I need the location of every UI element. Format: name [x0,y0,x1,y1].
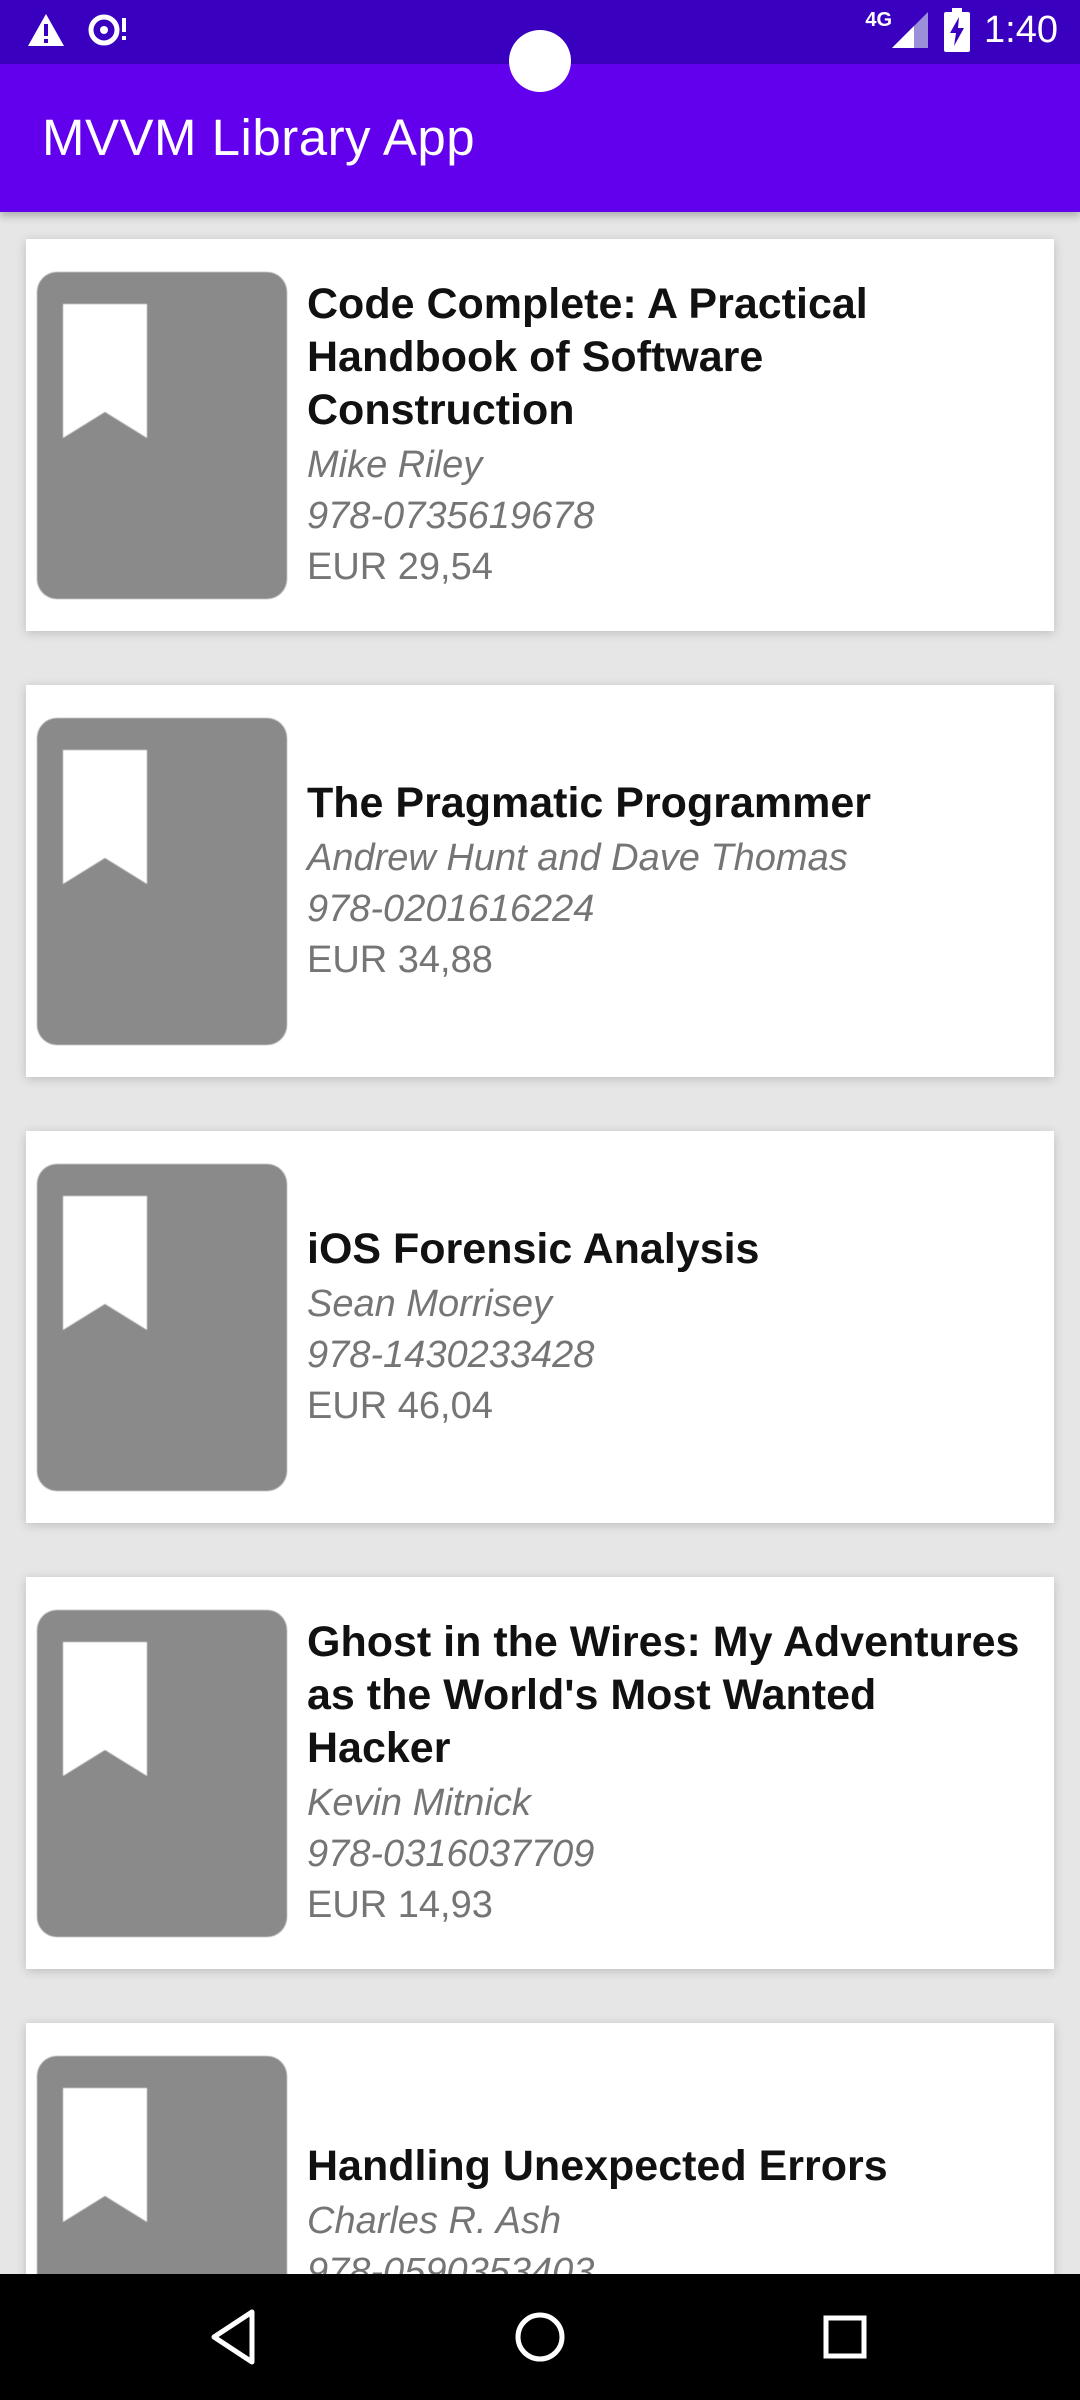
status-left [26,12,130,48]
warning-icon [28,14,64,46]
bookmark-icon [63,2088,147,2222]
book-cover [37,272,287,599]
book-card[interactable]: iOS Forensic Analysis Sean Morrisey 978-… [26,1131,1054,1523]
book-author: Andrew Hunt and Dave Thomas [307,836,848,879]
book-title: Ghost in the Wires: My Adventures as the… [307,1617,1020,1772]
book-list[interactable]: Code Complete: A Practical Handbook of S… [0,212,1080,2274]
signal-icon [892,12,929,48]
bookmark-icon [63,304,147,438]
bookmark-icon [63,750,147,884]
book-card[interactable]: Handling Unexpected Errors Charles R. As… [26,2023,1054,2274]
book-cover [37,1610,287,1937]
book-info: Handling Unexpected Errors Charles R. As… [307,2023,1030,2274]
camera-cutout [509,30,571,92]
book-price: EUR 46,04 [307,1384,493,1427]
battery-charging-icon [944,8,971,52]
book-cover [37,718,287,1045]
book-price: EUR 34,88 [307,938,493,981]
book-cover [37,2056,287,2274]
book-isbn: 978-0590353403 [307,2251,595,2274]
recents-icon[interactable] [810,2302,880,2372]
book-isbn: 978-0201616224 [307,887,595,930]
book-info: iOS Forensic Analysis Sean Morrisey 978-… [307,1131,1030,1523]
book-info: Code Complete: A Practical Handbook of S… [307,239,1030,631]
book-title: iOS Forensic Analysis [307,1224,760,1273]
network-type-label: 4G [865,8,893,31]
book-title: Handling Unexpected Errors [307,2142,888,2190]
book-isbn: 978-0735619678 [307,494,595,537]
book-author: Kevin Mitnick [307,1781,531,1824]
status-time: 1:40 [984,8,1058,51]
book-card[interactable]: The Pragmatic Programmer Andrew Hunt and… [26,685,1054,1077]
book-card[interactable]: Ghost in the Wires: My Adventures as the… [26,1577,1054,1969]
book-isbn: 978-1430233428 [307,1333,595,1376]
book-price: EUR 14,93 [307,1883,493,1926]
book-cover [37,1164,287,1491]
book-author: Charles R. Ash [307,2200,562,2242]
navigation-bar [0,2274,1080,2400]
book-title: The Pragmatic Programmer [307,778,871,827]
book-card[interactable]: Code Complete: A Practical Handbook of S… [26,239,1054,631]
app-title: MVVM Library App [42,109,476,166]
book-info: The Pragmatic Programmer Andrew Hunt and… [307,685,1030,1077]
book-isbn: 978-0316037709 [307,1832,595,1875]
sync-alert-icon [88,14,126,46]
bookmark-icon [63,1642,147,1776]
back-icon[interactable] [200,2302,270,2372]
home-icon[interactable] [505,2302,575,2372]
bookmark-icon [63,1196,147,1330]
book-author: Sean Morrisey [307,1282,552,1325]
status-right: 4G 1:40 [865,8,1058,52]
book-title: Code Complete: A Practical Handbook of S… [307,279,868,434]
book-info: Ghost in the Wires: My Adventures as the… [307,1577,1030,1969]
book-author: Mike Riley [307,443,483,486]
book-price: EUR 29,54 [307,545,493,588]
